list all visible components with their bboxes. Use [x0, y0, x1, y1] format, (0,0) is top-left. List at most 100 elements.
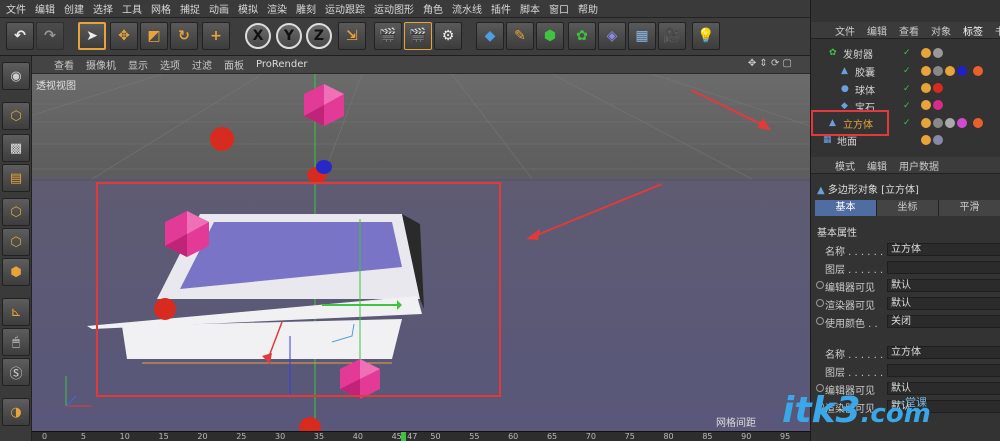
pen-spline-button[interactable]: ✎ [506, 22, 534, 50]
menu-item[interactable]: 工具 [122, 1, 142, 16]
material-tag-icon[interactable] [921, 66, 931, 76]
objects-menu-item[interactable]: 对象 [931, 23, 951, 38]
material-tag-icon[interactable] [945, 118, 955, 128]
check-icon[interactable]: ✓ [903, 66, 911, 76]
material-tag-icon[interactable] [933, 135, 943, 145]
edges-mode-button[interactable]: ⬡ [2, 228, 30, 256]
menu-item[interactable]: 文件 [6, 1, 26, 16]
light-button[interactable]: 💡 [692, 22, 720, 50]
undo-button[interactable]: ↶ [6, 22, 34, 50]
subdivision-button[interactable]: ⬢ [536, 22, 564, 50]
menu-item[interactable]: 窗口 [549, 1, 569, 16]
attribute-value-field[interactable]: 立方体 [887, 243, 1000, 256]
attribute-value-field[interactable] [887, 261, 1000, 274]
attribute-value-field[interactable]: 默认 [887, 279, 1000, 292]
axis-mode-button[interactable]: ⊾ [2, 298, 30, 326]
menu-item[interactable]: 创建 [64, 1, 84, 16]
check-icon[interactable]: ✓ [903, 48, 911, 58]
polygons-mode-button[interactable]: ⬢ [2, 258, 30, 286]
rotate-tool-button[interactable]: ↻ [170, 22, 198, 50]
material-tag-icon[interactable] [945, 66, 955, 76]
red-sphere[interactable] [210, 127, 234, 151]
viewport-menu-item[interactable]: 面板 [224, 57, 244, 72]
attribute-value-field[interactable]: 立方体 [887, 346, 1000, 359]
red-sphere[interactable] [154, 298, 176, 320]
material-tag-icon[interactable] [933, 48, 943, 58]
material-tag-icon[interactable] [933, 118, 943, 128]
menu-item[interactable]: 运动跟踪 [325, 1, 365, 16]
check-icon[interactable]: ✓ [903, 118, 911, 128]
viewport-nav-icons[interactable]: ✥ ⇕ ⟳ ▢ [748, 58, 792, 69]
animate-radio[interactable] [816, 317, 824, 325]
select-tool-button[interactable]: ➤ [78, 22, 106, 50]
menu-item[interactable]: 编辑 [35, 1, 55, 16]
menu-item[interactable]: 渲染 [267, 1, 287, 16]
attribute-value-field[interactable]: 关闭 [887, 315, 1000, 328]
objects-menu-item[interactable]: 编辑 [867, 23, 887, 38]
points-mode-button[interactable]: ⬡ [2, 198, 30, 226]
menu-item[interactable]: 捕捉 [180, 1, 200, 16]
material-tag-icon[interactable] [973, 118, 983, 128]
snap-button[interactable]: Ⓢ [2, 358, 30, 386]
menu-item[interactable]: 网格 [151, 1, 171, 16]
timeline[interactable]: 0 5 10 15 20 25 30 35 40 45 47 50 55 60 65 70 75 80 85 90 95 [32, 431, 810, 441]
add-tool-button[interactable]: + [202, 22, 230, 50]
material-tag-icon[interactable] [921, 48, 931, 58]
attributes-tab[interactable]: 平滑 [939, 200, 1000, 216]
menu-item[interactable]: 流水线 [452, 1, 482, 16]
viewport-menu-item[interactable]: 过滤 [192, 57, 212, 72]
texture-mode-button[interactable]: ▩ [2, 134, 30, 162]
red-sphere[interactable] [299, 417, 321, 431]
objects-menu-item[interactable]: 文件 [835, 23, 855, 38]
cloner-button[interactable]: ✿ [568, 22, 596, 50]
menu-item[interactable]: 插件 [491, 1, 511, 16]
viewport-menu-item[interactable]: 显示 [128, 57, 148, 72]
object-row[interactable]: ● 球体 ✓ [811, 81, 1000, 97]
magnet-button[interactable]: ◑ [2, 398, 30, 426]
material-tag-icon[interactable] [933, 83, 943, 93]
gem-object[interactable] [304, 84, 344, 126]
material-tag-icon[interactable] [921, 83, 931, 93]
workplane-button[interactable]: ▤ [2, 164, 30, 192]
move-tool-button[interactable]: ✥ [110, 22, 138, 50]
viewport-menu-item[interactable]: 选项 [160, 57, 180, 72]
attributes-menu-item[interactable]: 用户数据 [899, 158, 939, 173]
menu-item[interactable]: 帮助 [578, 1, 598, 16]
material-tag-icon[interactable] [933, 66, 943, 76]
material-tag-icon[interactable] [933, 100, 943, 110]
cube-primitive-button[interactable]: ◆ [476, 22, 504, 50]
render-settings-button[interactable]: ⚙ [434, 22, 462, 50]
material-tag-icon[interactable] [973, 66, 983, 76]
attributes-menu-item[interactable]: 编辑 [867, 158, 887, 173]
playhead[interactable] [401, 432, 407, 441]
viewport-menu-item[interactable]: ProRender [256, 59, 307, 70]
model-mode-button[interactable]: ⬡ [2, 102, 30, 130]
attribute-value-field[interactable]: 默认 [887, 297, 1000, 310]
animate-radio[interactable] [816, 281, 824, 289]
render-picture-viewer-button[interactable]: 🎬 [404, 22, 432, 50]
check-icon[interactable]: ✓ [903, 84, 911, 94]
viewport-menu-item[interactable]: 查看 [54, 57, 74, 72]
scale-tool-button[interactable]: ◩ [140, 22, 168, 50]
gem-object[interactable] [340, 359, 380, 399]
tweak-mode-button[interactable]: 🖱 [2, 328, 30, 356]
material-tag-icon[interactable] [921, 135, 931, 145]
material-tag-icon[interactable] [957, 66, 967, 76]
menu-item[interactable]: 运动图形 [374, 1, 414, 16]
attribute-value-field[interactable] [887, 364, 1000, 377]
objects-menu-item[interactable]: 查看 [899, 23, 919, 38]
camera-button[interactable]: 🎥 [658, 22, 686, 50]
objects-menu-item[interactable]: 书 [995, 23, 1000, 38]
coordinate-system-button[interactable]: ⇲ [338, 22, 366, 50]
check-icon[interactable]: ✓ [903, 101, 911, 111]
menu-item[interactable]: 角色 [423, 1, 443, 16]
make-editable-button[interactable]: ◉ [2, 62, 30, 90]
render-view-button[interactable]: 🎬 [374, 22, 402, 50]
animate-radio[interactable] [816, 299, 824, 307]
viewport-menu-item[interactable]: 摄像机 [86, 57, 116, 72]
attributes-menu-item[interactable]: 模式 [835, 158, 855, 173]
menu-item[interactable]: 模拟 [238, 1, 258, 16]
axis-y-button[interactable]: Y [276, 23, 302, 49]
floor-button[interactable]: ▦ [628, 22, 656, 50]
attributes-tab[interactable]: 坐标 [877, 200, 939, 216]
